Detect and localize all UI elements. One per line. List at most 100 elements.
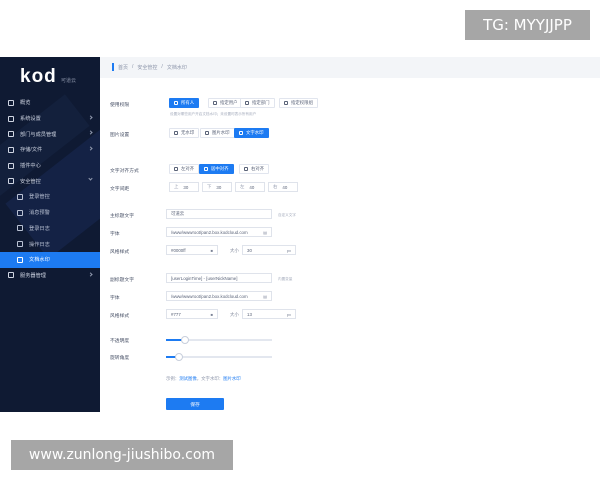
font-path-input-1[interactable]: /www/wwwroot/pan2.box.kodcloud.com ▤ (166, 227, 272, 237)
app-logo-subtitle: 可道云 (61, 78, 77, 84)
align-left[interactable]: 左对齐 (169, 164, 200, 174)
chevron-right-icon (88, 271, 93, 277)
opacity-slider-handle[interactable] (181, 336, 190, 344)
breadcrumb: 首页 / 安全管控 / 文档水印 (112, 63, 187, 71)
example-link-image[interactable]: 图片水印 (223, 376, 241, 381)
spacing-value: 40 (249, 184, 255, 190)
sidebar-item-label: 服务器管理 (20, 272, 46, 279)
align-center[interactable]: 居中对齐 (199, 164, 234, 174)
color-input-1[interactable]: #0000ff ■ (166, 245, 218, 255)
folder-icon[interactable]: ▤ (263, 294, 267, 299)
size-input-2[interactable]: 13 px (242, 309, 296, 319)
shield-icon (8, 178, 14, 185)
color-value: #777 (171, 311, 181, 317)
breadcrumb-home[interactable]: 首页 (118, 64, 128, 71)
spacing-tag: 右 (273, 184, 278, 189)
scope-option-dept[interactable]: 指定部门 (240, 98, 275, 108)
spacing-left-input[interactable]: 左 40 (235, 182, 265, 192)
breadcrumb-marker (112, 63, 114, 71)
sidebar-item-7[interactable]: 消息预警 (0, 205, 100, 221)
color-swatch-icon[interactable]: ■ (211, 248, 213, 253)
gear-icon (8, 115, 14, 122)
sidebar-item-5[interactable]: 安全管控 (0, 173, 100, 189)
size-input-1[interactable]: 30 px (242, 245, 296, 255)
folder-icon[interactable]: ▤ (263, 230, 267, 235)
size-unit: px (286, 311, 291, 317)
color-input-2[interactable]: #777 ■ (166, 309, 218, 319)
example-link-test[interactable]: 测试图像 (179, 376, 197, 381)
app-window: kod 可道云 概览 系统设置 部门与成员管理 存储/文件 插件中心 安全管控 登录管控 消息… (0, 57, 600, 412)
bell-icon (17, 209, 23, 216)
scope-hint: 设置对哪些用户开启文档水印；未设置时表示所有用户 (170, 112, 257, 116)
sidebar: kod 可道云 概览系统设置部门与成员管理存储/文件插件中心安全管控登录管控 消息… (0, 57, 100, 412)
sidebar-item-6[interactable]: 登录管控 (0, 189, 100, 205)
size-label-2: 大小 (230, 312, 239, 317)
align-left-icon (174, 167, 178, 171)
scope-label: 使用权限 (110, 103, 130, 108)
sidebar-item-label: 登录日志 (29, 225, 50, 232)
spacing-tag: 左 (240, 184, 245, 189)
image-option-none[interactable]: 无水印 (169, 128, 200, 138)
sidebar-item-4[interactable]: 插件中心 (0, 158, 100, 174)
align-option-label: 右对齐 (251, 166, 265, 171)
image-icon (205, 131, 209, 135)
spacing-value: 40 (282, 184, 288, 190)
sidebar-item-label: 操作日志 (29, 241, 50, 248)
sidebar-item-label: 安全管控 (20, 178, 41, 185)
align-center-icon (204, 167, 208, 171)
main-text-input[interactable]: 可道云 (166, 209, 272, 219)
main-text-hint: 自定义文字 (278, 213, 296, 217)
sidebar-item-3[interactable]: 存储/文件 (0, 142, 100, 158)
spacing-right-input[interactable]: 右 40 (268, 182, 298, 192)
opacity-slider[interactable] (166, 336, 272, 344)
rotate-slider-handle[interactable] (174, 353, 183, 361)
user-icon (213, 101, 217, 105)
save-button[interactable]: 保存 (166, 398, 224, 410)
spacing-top-input[interactable]: 上 30 (169, 182, 199, 192)
scope-option-label: 所有人 (181, 100, 195, 105)
main-text-label: 主标题文字 (110, 214, 134, 219)
spacing-bottom-input[interactable]: 下 30 (202, 182, 232, 192)
circle-icon (174, 131, 178, 135)
image-option-image[interactable]: 图片水印 (200, 128, 235, 138)
group-icon (284, 101, 288, 105)
rotate-slider[interactable] (166, 353, 272, 361)
image-option-text[interactable]: 文字水印 (234, 128, 269, 138)
sidebar-item-9[interactable]: 操作日志 (0, 236, 100, 252)
sidebar-item-11[interactable]: 服务器管理 (0, 268, 100, 284)
image-option-label: 文字水印 (246, 130, 264, 135)
chevron-right-icon (88, 146, 93, 151)
scope-option-all[interactable]: 所有人 (169, 98, 200, 108)
font-path-input-2[interactable]: /www/wwwroot/pan2.box.kodcloud.com ▤ (166, 291, 272, 301)
app-logo: kod (20, 66, 57, 87)
sidebar-item-1[interactable]: 系统设置 (0, 111, 100, 127)
scope-option-group[interactable]: 指定权限组 (279, 98, 318, 108)
align-label: 文字对齐方式 (110, 169, 139, 174)
rotate-label: 旋转角度 (110, 356, 130, 361)
watermark-bottom: www.zunlong-jiushibo.com (11, 440, 233, 470)
breadcrumb-section[interactable]: 安全管控 (137, 64, 157, 71)
storage-icon (8, 146, 14, 153)
department-icon (245, 101, 249, 105)
sidebar-item-label: 插件中心 (20, 163, 41, 170)
log-icon (17, 241, 23, 248)
sidebar-item-8[interactable]: 登录日志 (0, 221, 100, 237)
example-prefix: 示例： (166, 376, 180, 381)
font-label-2: 字体 (110, 296, 120, 301)
main-content: 首页 / 安全管控 / 文档水印 使用权限 所有人 指定用户 指定部门 指定权限… (100, 57, 600, 412)
sub-text-value: [userLoginTime] - [userNickName] (171, 275, 238, 281)
sidebar-item-label: 部门与成员管理 (20, 131, 57, 138)
sub-text-input[interactable]: [userLoginTime] - [userNickName] (166, 273, 272, 283)
align-right[interactable]: 右对齐 (239, 164, 270, 174)
scope-option-user[interactable]: 指定用户 (208, 98, 243, 108)
sidebar-item-label: 系统设置 (20, 116, 41, 123)
sidebar-item-label: 文档水印 (29, 257, 50, 264)
sidebar-item-2[interactable]: 部门与成员管理 (0, 126, 100, 142)
watermark-icon (17, 256, 23, 263)
sidebar-item-10[interactable]: 文档水印 (0, 251, 100, 268)
font-label-1: 字体 (110, 232, 120, 237)
color-swatch-icon[interactable]: ■ (211, 312, 213, 317)
sidebar-item-0[interactable]: 概览 (0, 95, 100, 111)
align-option-label: 居中对齐 (211, 166, 229, 171)
spacing-value: 30 (216, 184, 222, 190)
